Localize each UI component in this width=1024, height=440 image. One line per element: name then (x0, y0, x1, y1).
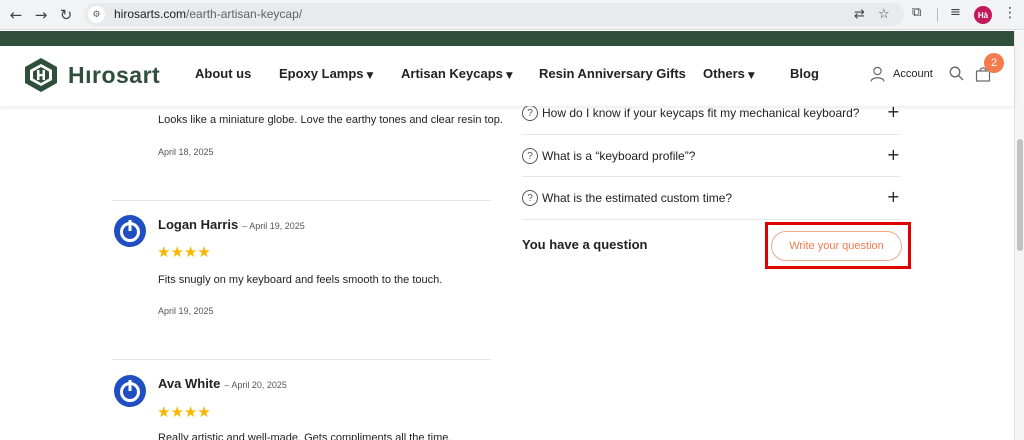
site-info-icon[interactable]: ⚙ (88, 6, 105, 23)
nav-about-us-label: About us (195, 66, 252, 81)
back-icon[interactable]: ← (5, 4, 27, 26)
site-logo[interactable]: Hırosart (22, 56, 160, 94)
reviewer-avatar (114, 375, 146, 407)
chevron-down-icon: ▼ (366, 71, 374, 81)
review-divider (112, 200, 491, 201)
question-prompt: You have a question (522, 237, 648, 252)
reviewer-name-text: Logan Harris (158, 217, 239, 232)
reviewer-avatar (114, 215, 146, 247)
extensions-icon[interactable]: ⧉ (912, 5, 921, 20)
review-date: April 18, 2025 (158, 147, 214, 157)
reload-icon[interactable]: ↻ (55, 4, 77, 26)
site-header: Hırosart About us Epoxy Lamps ▼ Artisan K… (0, 46, 1014, 106)
search-icon[interactable] (949, 66, 964, 81)
chevron-down-icon: ▼ (505, 71, 513, 81)
nav-blog-label: Blog (790, 66, 819, 81)
faq-item[interactable]: ? What is a “keyboard profile”? + (522, 145, 900, 188)
cart-count-badge[interactable]: 2 (984, 53, 1004, 73)
faq-divider (522, 134, 900, 135)
announcement-bar (0, 31, 1014, 46)
review-meta-date: – April 20, 2025 (224, 380, 287, 390)
translate-icon[interactable]: ⇄ (854, 7, 865, 22)
nav-others-label: Others (703, 66, 745, 81)
nav-epoxy-lamps[interactable]: Epoxy Lamps ▼ (279, 66, 373, 81)
faq-question: What is the estimated custom time? (542, 191, 733, 205)
review-text: Fits snugly on my keyboard and feels smo… (158, 274, 443, 286)
profile-avatar[interactable]: Hà (974, 6, 992, 24)
faq-question: What is a “keyboard profile”? (542, 149, 696, 163)
nav-resin-anniversary-gifts[interactable]: Resin Anniversary Gifts (539, 66, 686, 81)
review-date: April 19, 2025 (158, 306, 214, 316)
nav-resin-anniversary-gifts-label: Resin Anniversary Gifts (539, 66, 686, 81)
reviewer-name: Logan Harris – April 19, 2025 (158, 217, 305, 232)
scrollbar-thumb[interactable] (1017, 139, 1023, 251)
nav-artisan-keycaps-label: Artisan Keycaps (401, 66, 503, 81)
account-label: Account (893, 68, 933, 80)
faq-item[interactable]: ? How do I know if your keycaps fit my m… (522, 102, 900, 145)
question-circle-icon: ? (522, 105, 538, 121)
browser-menu-icon[interactable]: ⋮ (1003, 5, 1017, 21)
write-question-button[interactable]: Write your question (771, 231, 902, 261)
forward-icon[interactable]: → (30, 4, 52, 26)
plus-icon[interactable]: + (887, 145, 900, 164)
question-circle-icon: ? (522, 190, 538, 206)
reviewer-name: Ava White – April 20, 2025 (158, 376, 287, 391)
nav-others[interactable]: Others ▼ (703, 66, 755, 81)
user-icon (870, 66, 885, 82)
review-divider (112, 359, 491, 360)
url-domain: hirosarts.com (114, 7, 187, 21)
media-icon[interactable]: ≡ (950, 5, 961, 20)
nav-about-us[interactable]: About us (195, 66, 251, 81)
url-text[interactable]: hirosarts.com/earth-artisan-keycap/ (114, 7, 302, 21)
nav-epoxy-lamps-label: Epoxy Lamps (279, 66, 364, 81)
question-circle-icon: ? (522, 148, 538, 164)
page-scrollbar[interactable] (1014, 31, 1024, 440)
toolbar-separator (937, 8, 938, 22)
nav-artisan-keycaps[interactable]: Artisan Keycaps ▼ (401, 66, 513, 81)
review-text: Really artistic and well-made. Gets comp… (158, 432, 452, 440)
account-link[interactable]: Account (870, 66, 933, 82)
browser-toolbar: ← → ↻ ⚙ hirosarts.com/earth-artisan-keyc… (0, 0, 1024, 30)
logo-text: Hırosart (68, 61, 161, 88)
review-meta-date: – April 19, 2025 (242, 221, 305, 231)
faq-question: How do I know if your keycaps fit my mec… (542, 106, 860, 120)
star-rating: ★★★★ (157, 403, 211, 421)
review-text: Looks like a miniature globe. Love the e… (158, 114, 503, 126)
star-rating: ★★★★ (157, 243, 211, 261)
plus-icon[interactable]: + (887, 187, 900, 206)
nav-blog[interactable]: Blog (790, 66, 819, 81)
url-path: /earth-artisan-keycap/ (186, 7, 303, 21)
faq-divider (522, 176, 900, 177)
bookmark-star-icon[interactable]: ☆ (878, 7, 890, 22)
reviewer-name-text: Ava White (158, 376, 221, 391)
faq-divider (522, 219, 900, 220)
chevron-down-icon: ▼ (747, 71, 755, 81)
address-bar[interactable]: ⚙ hirosarts.com/earth-artisan-keycap/ ⇄ … (84, 3, 904, 26)
logo-icon (25, 58, 57, 92)
